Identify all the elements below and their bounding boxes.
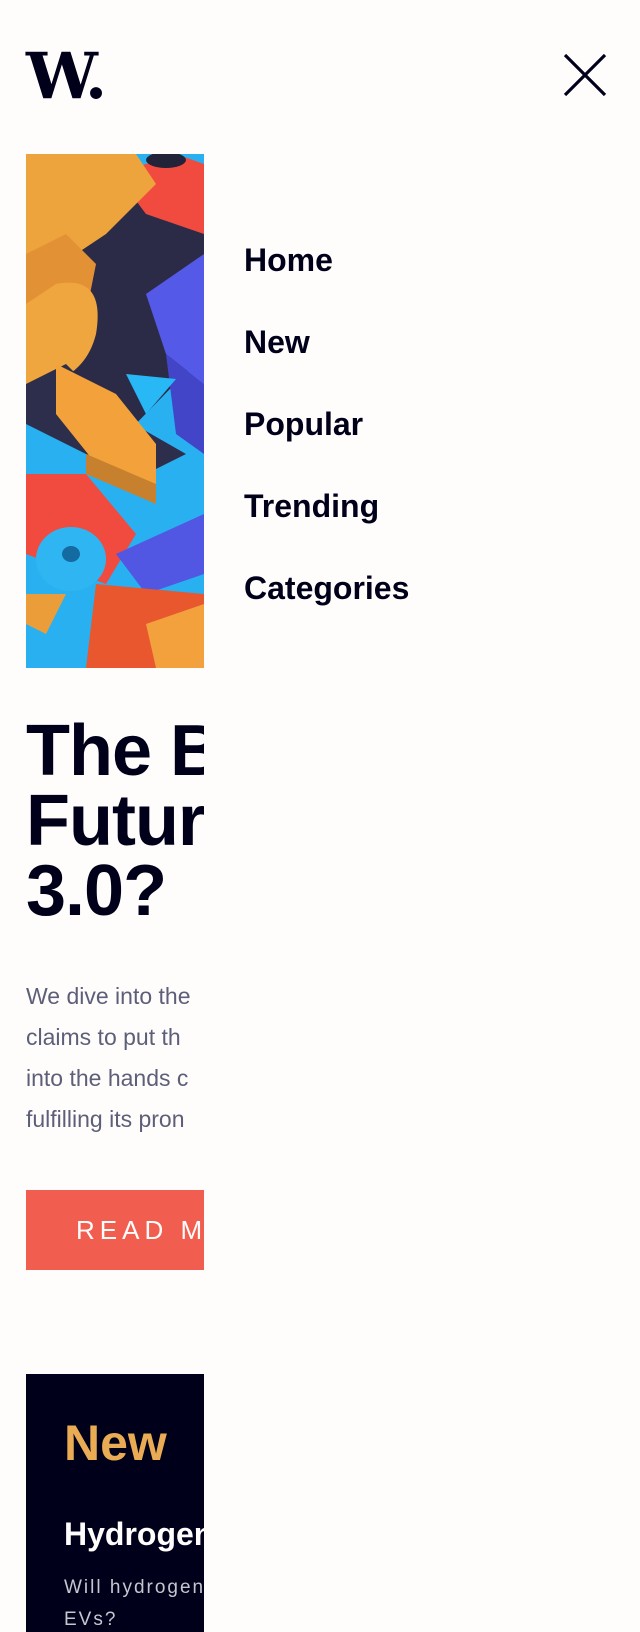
new-item-description: Will hydrogen EVs? bbox=[64, 1577, 204, 1630]
article-excerpt: We dive into the claims to put th into t… bbox=[26, 983, 191, 1132]
close-icon bbox=[563, 53, 607, 97]
navigation-menu: Home New Popular Trending Categories bbox=[204, 154, 640, 1632]
menu-item-new[interactable]: New bbox=[244, 322, 409, 404]
new-item-title[interactable]: Hydrogen bbox=[64, 1516, 204, 1553]
page: W. The B Futur 3.0? We dive into the cla… bbox=[0, 0, 640, 1632]
featured-article: The B Futur 3.0? We dive into the claims… bbox=[26, 154, 204, 1632]
abstract-3d-blocks-image bbox=[26, 154, 204, 668]
menu-list: Home New Popular Trending Categories bbox=[244, 240, 409, 650]
new-section-heading: New bbox=[64, 1415, 167, 1471]
article-headline[interactable]: The B Futur 3.0? bbox=[26, 715, 204, 927]
new-section-card: New Hydrogen Will hydrogen EVs? bbox=[26, 1374, 204, 1632]
menu-item-home[interactable]: Home bbox=[244, 240, 409, 322]
site-logo[interactable]: W. bbox=[26, 42, 107, 112]
menu-item-popular[interactable]: Popular bbox=[244, 404, 409, 486]
menu-item-trending[interactable]: Trending bbox=[244, 486, 409, 568]
menu-item-categories[interactable]: Categories bbox=[244, 568, 409, 650]
hero-image[interactable] bbox=[26, 154, 204, 668]
close-menu-button[interactable] bbox=[562, 52, 608, 98]
read-more-button[interactable]: READ M bbox=[26, 1190, 204, 1270]
